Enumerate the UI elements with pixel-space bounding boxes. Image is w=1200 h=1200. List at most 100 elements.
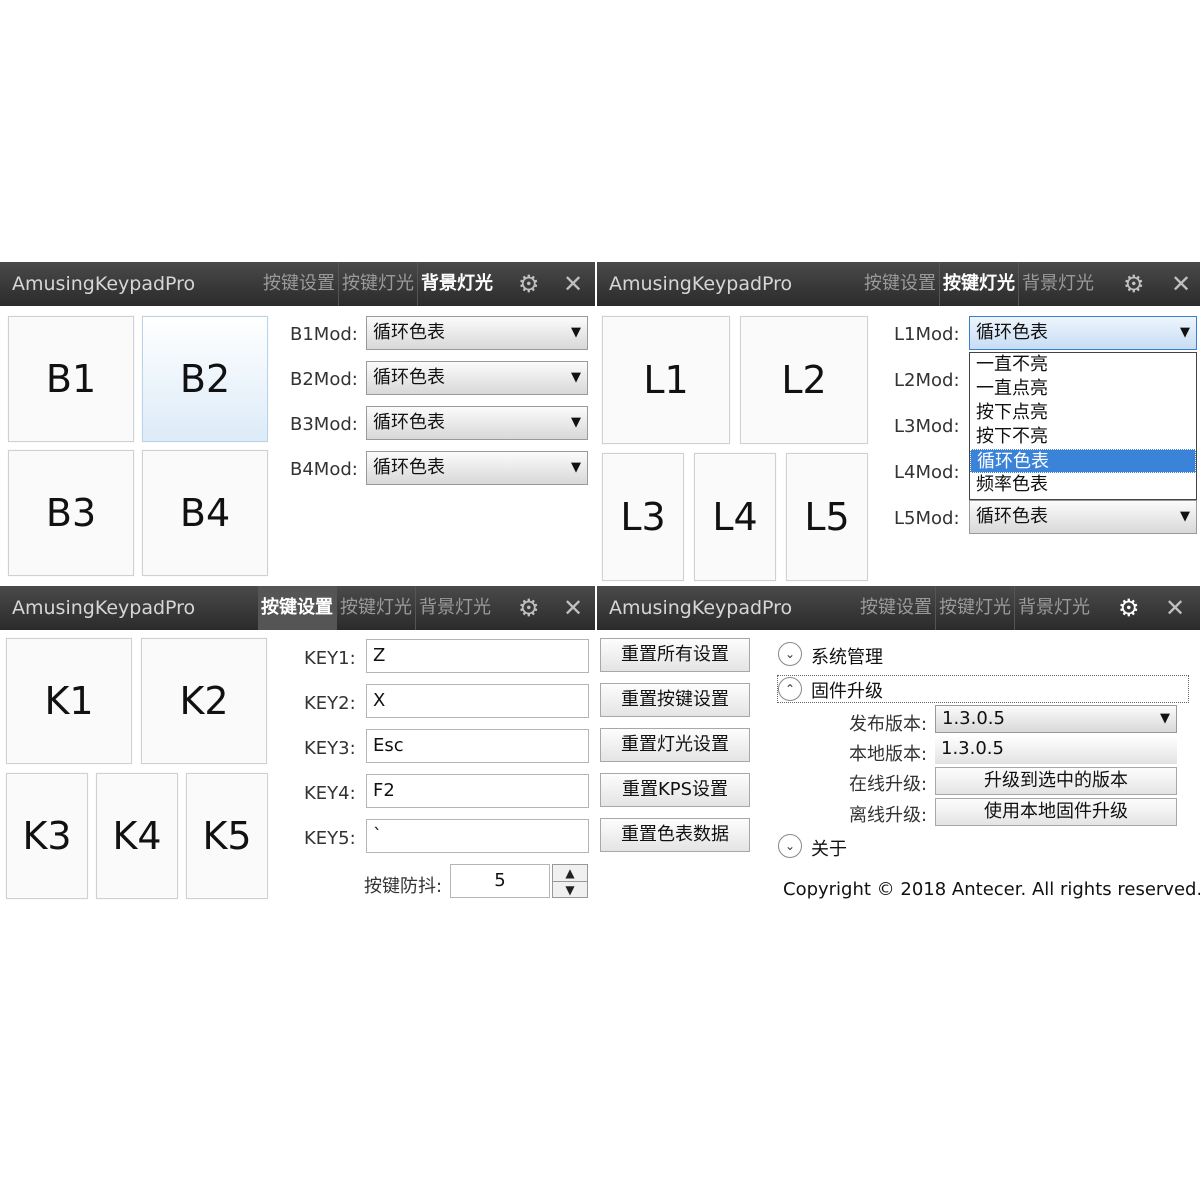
window-key-lighting: AmusingKeypadPro 按键设置 按键灯光 背景灯光 ⚙ ✕ L1 L… bbox=[597, 262, 1200, 584]
dropdown-option[interactable]: 按下不亮 bbox=[970, 425, 1196, 449]
tab-key-settings[interactable]: 按键设置 bbox=[861, 262, 940, 306]
tab-key-lighting[interactable]: 按键灯光 bbox=[339, 262, 418, 306]
arrow-down-icon[interactable]: ▼ bbox=[553, 882, 587, 898]
key5-input[interactable]: ` bbox=[366, 819, 589, 853]
l5mod-select[interactable]: 循环色表 ▼ bbox=[969, 500, 1197, 534]
b1mod-select[interactable]: 循环色表 ▼ bbox=[366, 316, 588, 350]
arrow-up-icon[interactable]: ▲ bbox=[553, 865, 587, 882]
l1mod-dropdown-list: 一直不亮 一直点亮 按下点亮 按下不亮 循环色表 频率色表 bbox=[969, 352, 1197, 500]
key-button-b3[interactable]: B3 bbox=[8, 450, 134, 576]
l5mod-value: 循环色表 bbox=[976, 506, 1048, 527]
window-key-settings: AmusingKeypadPro 按键设置 按键灯光 背景灯光 ⚙ ✕ K1 K… bbox=[0, 586, 595, 906]
debounce-spin-buttons: ▲ ▼ bbox=[552, 864, 588, 898]
gear-icon[interactable]: ⚙ bbox=[1118, 594, 1140, 622]
offline-upgrade-label: 离线升级: bbox=[849, 805, 928, 826]
tab-key-settings[interactable]: 按键设置 bbox=[260, 262, 339, 306]
l4mod-label: L4Mod: bbox=[894, 462, 960, 483]
key-button-k5[interactable]: K5 bbox=[186, 773, 268, 899]
b4mod-select[interactable]: 循环色表 ▼ bbox=[366, 451, 588, 485]
chevron-down-icon[interactable]: ⌄ bbox=[778, 642, 802, 666]
chevron-up-icon[interactable]: ⌃ bbox=[778, 677, 802, 701]
gear-icon[interactable]: ⚙ bbox=[518, 594, 540, 622]
key-button-l3[interactable]: L3 bbox=[602, 453, 684, 581]
tab-bar: 按键设置 按键灯光 背景灯光 bbox=[258, 586, 494, 630]
reset-keys-button[interactable]: 重置按键设置 bbox=[600, 683, 750, 717]
key1-input[interactable]: Z bbox=[366, 639, 589, 673]
l5mod-label: L5Mod: bbox=[894, 508, 960, 529]
l3mod-label: L3Mod: bbox=[894, 416, 960, 437]
close-icon[interactable]: ✕ bbox=[563, 594, 583, 622]
tab-key-lighting[interactable]: 按键灯光 bbox=[940, 262, 1019, 306]
key3-input[interactable]: Esc bbox=[366, 729, 589, 763]
dropdown-option[interactable]: 一直不亮 bbox=[970, 353, 1196, 377]
tab-background-lighting[interactable]: 背景灯光 bbox=[418, 262, 496, 306]
chevron-down-icon[interactable]: ⌄ bbox=[778, 834, 802, 858]
release-version-select[interactable]: 1.3.0.5 ▼ bbox=[935, 705, 1177, 733]
window-background-light: AmusingKeypadPro 按键设置 按键灯光 背景灯光 ⚙ ✕ B1 B… bbox=[0, 262, 595, 584]
reset-color-table-button[interactable]: 重置色表数据 bbox=[600, 818, 750, 852]
section-about[interactable]: 关于 bbox=[811, 835, 847, 861]
key-button-b4[interactable]: B4 bbox=[142, 450, 268, 576]
reset-lighting-button[interactable]: 重置灯光设置 bbox=[600, 728, 750, 762]
dropdown-option[interactable]: 一直点亮 bbox=[970, 377, 1196, 401]
online-upgrade-label: 在线升级: bbox=[849, 774, 928, 795]
l2mod-label: L2Mod: bbox=[894, 370, 960, 391]
reset-all-button[interactable]: 重置所有设置 bbox=[600, 638, 750, 672]
key-button-k3[interactable]: K3 bbox=[6, 773, 88, 899]
b4mod-label: B4Mod: bbox=[290, 459, 358, 480]
tab-key-lighting[interactable]: 按键灯光 bbox=[337, 586, 416, 630]
l1mod-select[interactable]: 循环色表 ▼ bbox=[969, 316, 1197, 350]
tab-bar: 按键设置 按键灯光 背景灯光 bbox=[861, 262, 1097, 306]
reset-kps-button[interactable]: 重置KPS设置 bbox=[600, 773, 750, 807]
debounce-stepper[interactable]: 5 bbox=[450, 864, 550, 898]
tab-background-lighting[interactable]: 背景灯光 bbox=[1015, 586, 1093, 630]
dropdown-option[interactable]: 频率色表 bbox=[970, 473, 1196, 497]
b4mod-value: 循环色表 bbox=[373, 457, 445, 478]
l1mod-label: L1Mod: bbox=[894, 324, 960, 345]
app-title: AmusingKeypadPro bbox=[609, 273, 793, 295]
b2mod-select[interactable]: 循环色表 ▼ bbox=[366, 361, 588, 395]
app-title: AmusingKeypadPro bbox=[12, 597, 196, 619]
key-button-l4[interactable]: L4 bbox=[694, 453, 776, 581]
app-title: AmusingKeypadPro bbox=[12, 273, 196, 295]
b1mod-label: B1Mod: bbox=[290, 324, 358, 345]
local-version-label: 本地版本: bbox=[849, 744, 928, 765]
key-button-b1[interactable]: B1 bbox=[8, 316, 134, 442]
dropdown-option[interactable]: 按下点亮 bbox=[970, 401, 1196, 425]
gear-icon[interactable]: ⚙ bbox=[1123, 270, 1145, 298]
key-button-l1[interactable]: L1 bbox=[602, 316, 730, 444]
key-button-b2[interactable]: B2 bbox=[142, 316, 268, 442]
key-button-k4[interactable]: K4 bbox=[96, 773, 178, 899]
title-bar: AmusingKeypadPro 按键设置 按键灯光 背景灯光 ⚙ ✕ bbox=[0, 586, 595, 630]
online-upgrade-button[interactable]: 升级到选中的版本 bbox=[935, 767, 1177, 795]
tab-key-lighting[interactable]: 按键灯光 bbox=[936, 586, 1015, 630]
section-firmware-upgrade[interactable]: 固件升级 bbox=[811, 677, 883, 703]
key4-input[interactable]: F2 bbox=[366, 774, 589, 808]
chevron-down-icon: ▼ bbox=[571, 415, 581, 430]
gear-icon[interactable]: ⚙ bbox=[518, 270, 540, 298]
key-button-l2[interactable]: L2 bbox=[740, 316, 868, 444]
chevron-down-icon: ▼ bbox=[1180, 509, 1190, 524]
tab-background-lighting[interactable]: 背景灯光 bbox=[1019, 262, 1097, 306]
app-title: AmusingKeypadPro bbox=[609, 597, 793, 619]
key2-input[interactable]: X bbox=[366, 684, 589, 718]
close-icon[interactable]: ✕ bbox=[1165, 594, 1185, 622]
copyright-text: Copyright © 2018 Antecer. All rights res… bbox=[783, 879, 1200, 900]
section-system-management[interactable]: 系统管理 bbox=[811, 643, 883, 669]
key1-label: KEY1: bbox=[304, 648, 356, 669]
key-button-k1[interactable]: K1 bbox=[6, 638, 132, 764]
close-icon[interactable]: ✕ bbox=[563, 270, 583, 298]
key4-label: KEY4: bbox=[304, 783, 356, 804]
offline-upgrade-button[interactable]: 使用本地固件升级 bbox=[935, 798, 1177, 826]
title-bar: AmusingKeypadPro 按键设置 按键灯光 背景灯光 ⚙ ✕ bbox=[0, 262, 595, 306]
key-button-k2[interactable]: K2 bbox=[141, 638, 267, 764]
key-button-l5[interactable]: L5 bbox=[786, 453, 868, 581]
b3mod-select[interactable]: 循环色表 ▼ bbox=[366, 406, 588, 440]
close-icon[interactable]: ✕ bbox=[1171, 270, 1191, 298]
dropdown-option-selected[interactable]: 循环色表 bbox=[970, 449, 1196, 473]
b1mod-value: 循环色表 bbox=[373, 322, 445, 343]
tab-key-settings[interactable]: 按键设置 bbox=[857, 586, 936, 630]
tab-key-settings[interactable]: 按键设置 bbox=[258, 586, 337, 630]
local-version-field: 1.3.0.5 bbox=[935, 736, 1177, 764]
tab-background-lighting[interactable]: 背景灯光 bbox=[416, 586, 494, 630]
